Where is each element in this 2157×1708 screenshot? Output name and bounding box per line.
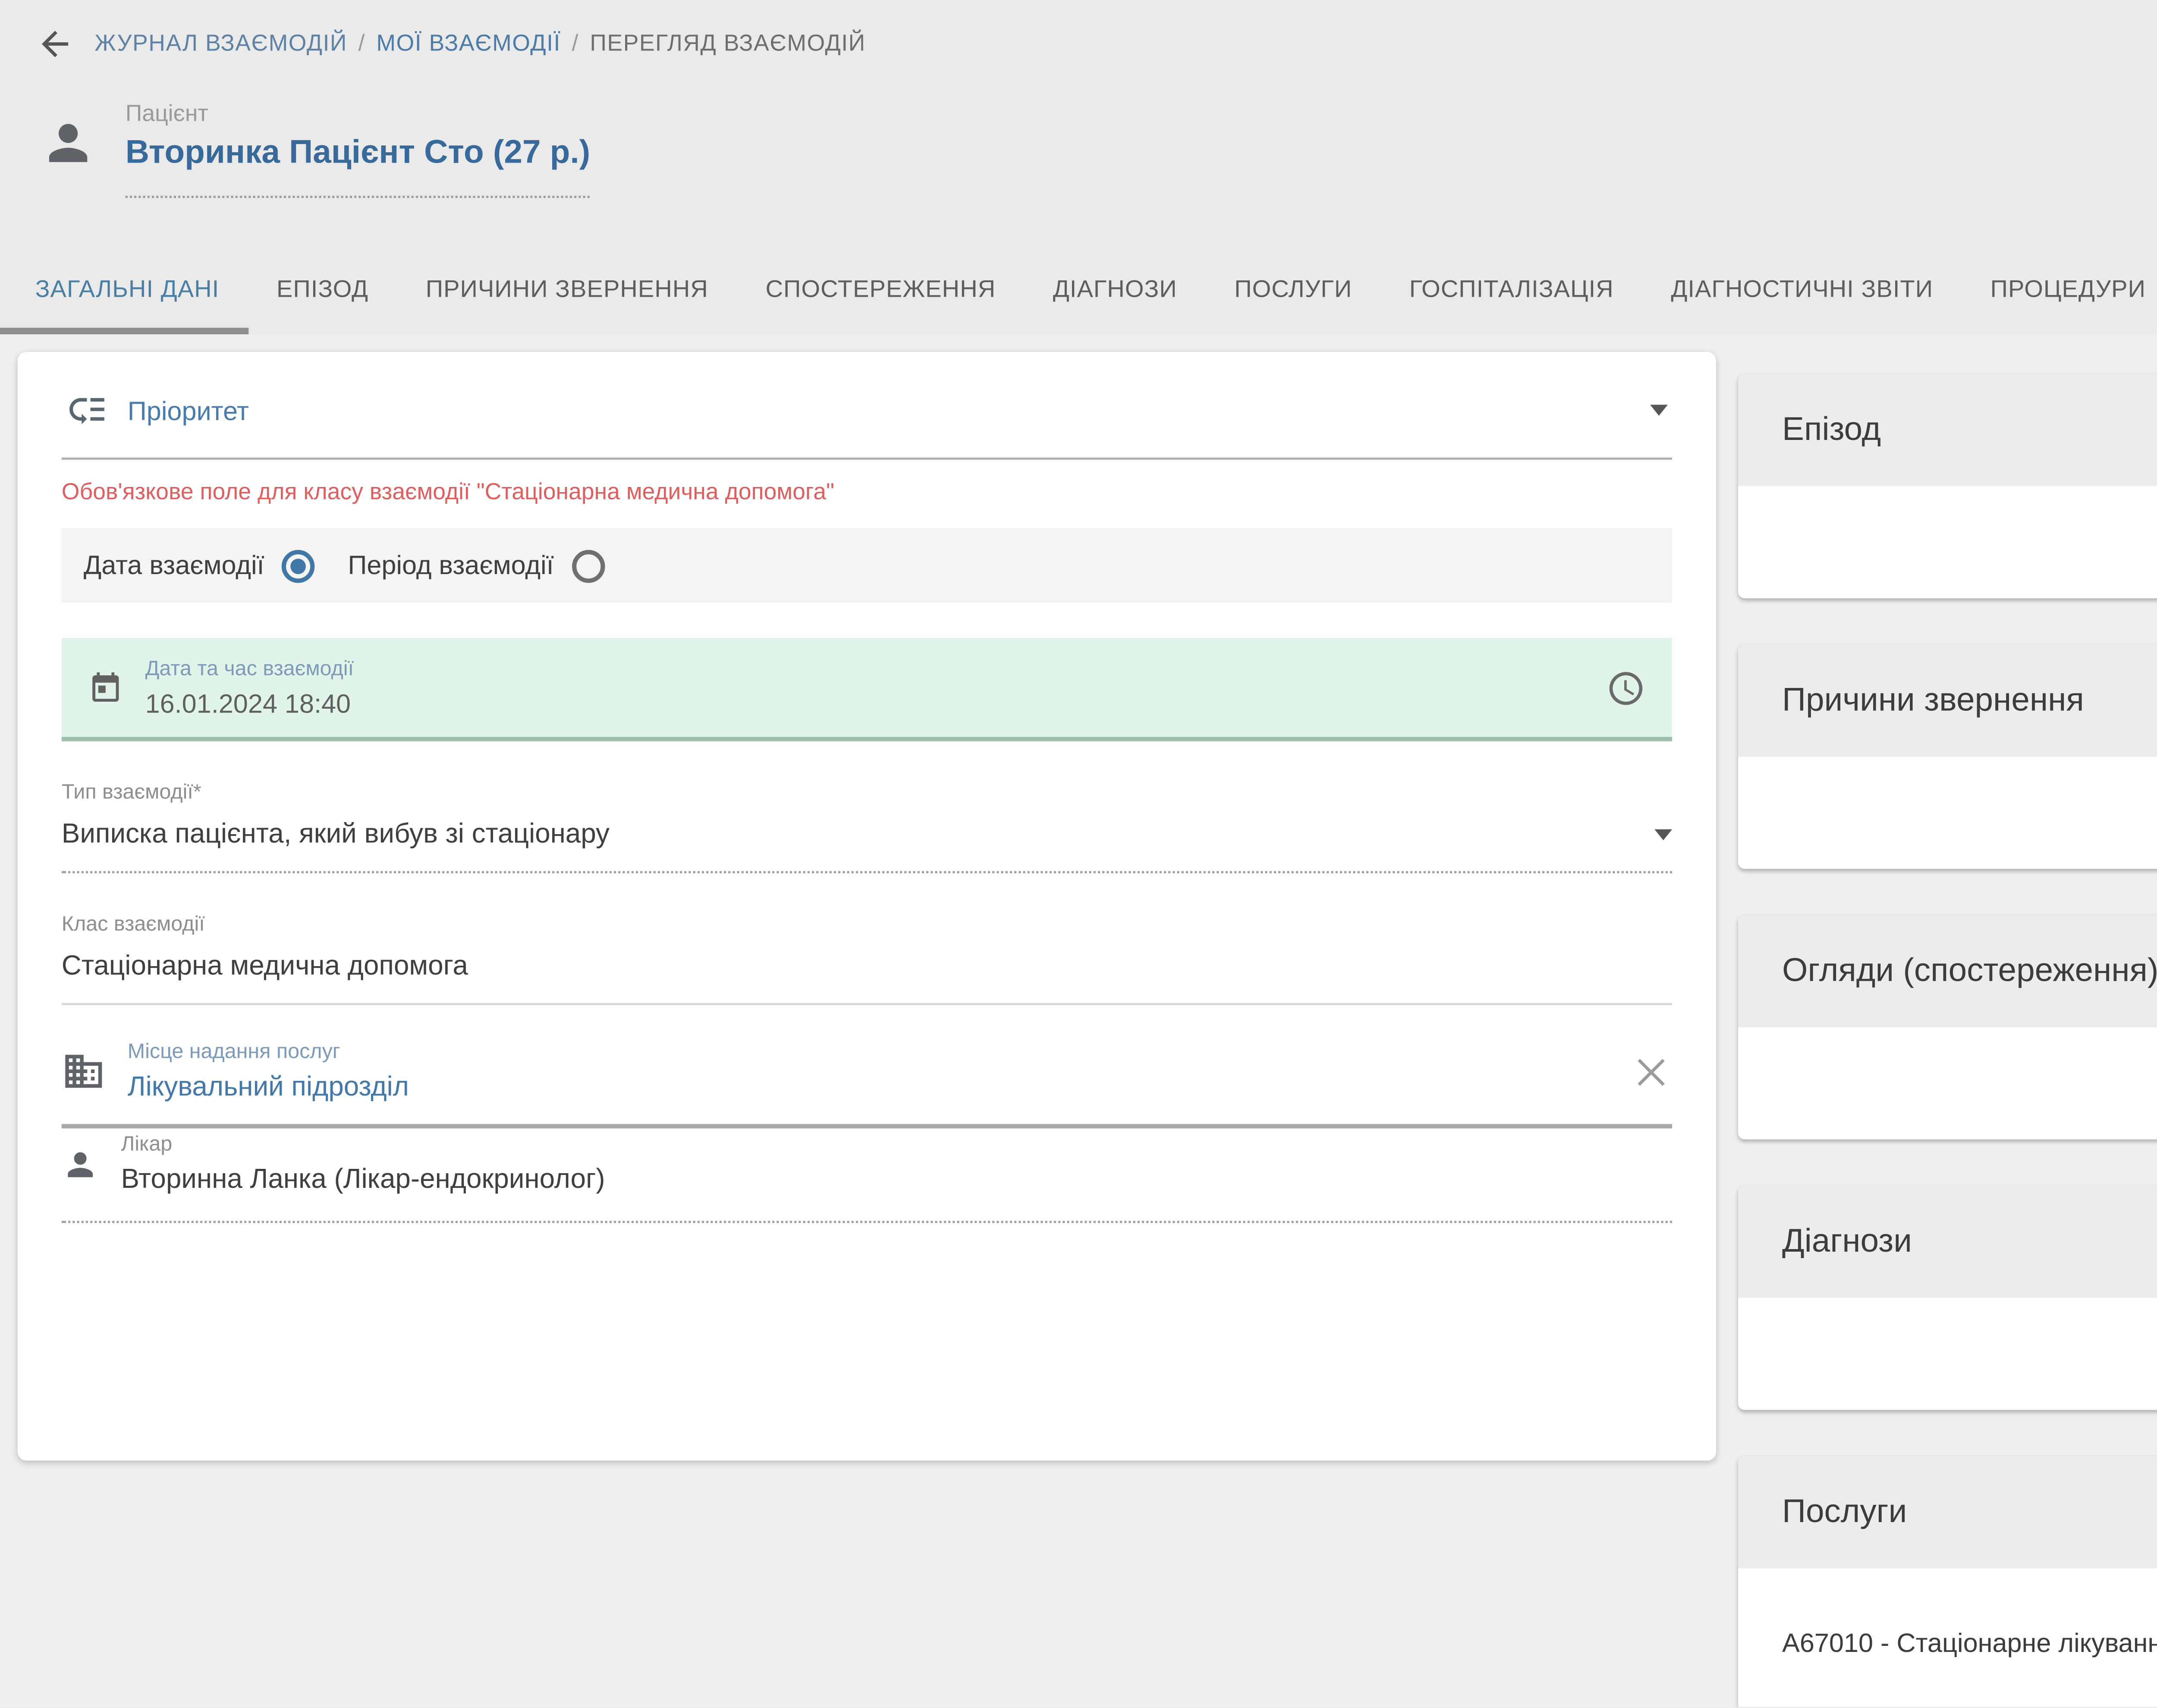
interaction-type-value: Виписка пацієнта, який вибув зі стаціона…: [62, 818, 610, 849]
service-item-text: А67010 - Стаціонарне лікування загальног…: [1782, 1626, 2157, 1657]
priority-select[interactable]: Пріоритет: [62, 352, 1672, 460]
visit-reasons-empty-text: Причини звернення ще не додані: [1738, 757, 2157, 869]
patient-avatar-icon: [40, 114, 97, 172]
interaction-class-value: Стаціонарна медична допомога: [62, 950, 468, 981]
radio-option-label: Період взаємодії: [348, 550, 553, 581]
radio-selected-icon[interactable]: [282, 549, 315, 582]
general-data-card: Пріоритет Обов'язкове поле для класу вза…: [18, 352, 1716, 1460]
services-panel-header[interactable]: Послуги: [1738, 1456, 2157, 1568]
tab-services[interactable]: ПОСЛУГИ: [1206, 246, 1381, 334]
episode-panel-header[interactable]: Епізод: [1738, 374, 2157, 486]
interaction-class-field: Клас взаємодії Стаціонарна медична допом…: [62, 902, 1672, 1005]
panel-title: Діагнози: [1782, 1223, 1912, 1261]
service-list-item: А67010 - Стаціонарне лікування загальног…: [1782, 1621, 2157, 1663]
chevron-down-icon: [1654, 828, 1672, 839]
calendar-icon: [88, 670, 123, 705]
service-place-value[interactable]: Лікувальний підрозділ: [128, 1071, 1630, 1102]
interaction-view-page: ЖУРНАЛ ВЗАЄМОДІЙ / МОЇ ВЗАЄМОДІЇ / ПЕРЕГ…: [0, 0, 2157, 1707]
radio-option-interaction-period[interactable]: Період взаємодії: [348, 549, 604, 582]
tab-episode[interactable]: ЕПІЗОД: [248, 246, 397, 334]
breadcrumb-current: ПЕРЕГЛЯД ВЗАЄМОДІЙ: [590, 31, 865, 57]
datetime-label: Дата та час взаємодії: [145, 656, 1606, 681]
top-bar: ЖУРНАЛ ВЗАЄМОДІЙ / МОЇ ВЗАЄМОДІЇ / ПЕРЕГ…: [0, 0, 2157, 246]
observations-panel-header[interactable]: Огляди (спостереження): [1738, 915, 2157, 1027]
tab-visit-reasons[interactable]: ПРИЧИНИ ЗВЕРНЕННЯ: [397, 246, 737, 334]
tab-general-data[interactable]: ЗАГАЛЬНІ ДАНІ: [0, 246, 248, 334]
date-mode-group: Дата взаємодії Період взаємодії: [62, 528, 1672, 603]
tab-observations[interactable]: СПОСТЕРЕЖЕННЯ: [737, 246, 1024, 334]
radio-option-label: Дата взаємодії: [84, 550, 264, 581]
patient-header: Пацієнт Вторинка Пацієнт Сто (27 р.): [40, 101, 590, 198]
observations-empty-text: Спостереження ще не додані: [1738, 1027, 2157, 1140]
tab-bar: ЗАГАЛЬНІ ДАНІ ЕПІЗОД ПРИЧИНИ ЗВЕРНЕННЯ С…: [0, 246, 2157, 334]
radio-unselected-icon[interactable]: [571, 549, 604, 582]
services-panel: Послуги А67010 - Стаціонарне лікування з…: [1738, 1456, 2157, 1707]
breadcrumb-my-interactions-link[interactable]: МОЇ ВЗАЄМОДІЇ: [376, 31, 561, 57]
radio-option-interaction-date[interactable]: Дата взаємодії: [84, 549, 315, 582]
episode-empty-text: Епізод відсутній: [1738, 486, 2157, 598]
panel-title: Причини звернення: [1782, 682, 2084, 719]
interaction-type-label: Тип взаємодії*: [62, 781, 201, 805]
service-place-label: Місце надання послуг: [128, 1040, 1630, 1064]
breadcrumb: ЖУРНАЛ ВЗАЄМОДІЙ / МОЇ ВЗАЄМОДІЇ / ПЕРЕГ…: [0, 0, 2157, 64]
breadcrumb-journal-link[interactable]: ЖУРНАЛ ВЗАЄМОДІЙ: [94, 31, 347, 57]
diagnoses-panel-header[interactable]: Діагнози: [1738, 1186, 2157, 1298]
datetime-field[interactable]: Дата та час взаємодії 16.01.2024 18:40: [62, 638, 1672, 741]
interaction-class-label: Клас взаємодії: [62, 913, 205, 937]
panel-title: Епізод: [1782, 411, 1881, 449]
tab-procedures[interactable]: ПРОЦЕДУРИ: [1962, 246, 2157, 334]
service-place-field[interactable]: Місце надання послуг Лікувальний підрозд…: [62, 1040, 1672, 1128]
breadcrumb-separator: /: [358, 31, 365, 57]
interaction-type-select[interactable]: Тип взаємодії* Виписка пацієнта, який ви…: [62, 770, 1672, 873]
patient-label: Пацієнт: [126, 101, 590, 128]
clock-icon[interactable]: [1606, 668, 1646, 707]
doctor-label: Лікар: [121, 1133, 1673, 1157]
observations-panel: Огляди (спостереження) Спостереження ще …: [1738, 915, 2157, 1140]
doctor-field: Лікар Вторинна Ланка (Лікар-ендокринолог…: [62, 1133, 1672, 1223]
back-arrow-icon[interactable]: [35, 24, 75, 64]
patient-name[interactable]: Вторинка Пацієнт Сто (27 р.): [126, 134, 590, 172]
panel-title: Послуги: [1782, 1494, 1907, 1531]
breadcrumb-separator: /: [572, 31, 579, 57]
panel-title: Огляди (спостереження): [1782, 952, 2157, 990]
tab-hospitalization[interactable]: ГОСПІТАЛІЗАЦІЯ: [1380, 246, 1642, 334]
visit-reasons-panel: Причини звернення Причини звернення ще н…: [1738, 644, 2157, 869]
tab-diagnoses[interactable]: ДІАГНОЗИ: [1024, 246, 1206, 334]
episode-panel: Епізод Епізод відсутній: [1738, 374, 2157, 598]
diagnoses-panel: Діагнози Діагнози ще не додані: [1738, 1186, 2157, 1410]
clear-icon[interactable]: [1630, 1050, 1672, 1092]
doctor-value: Вторинна Ланка (Лікар-ендокринолог): [121, 1164, 1673, 1194]
priority-label: Пріоритет: [128, 395, 1650, 425]
content-area: Пріоритет Обов'язкове поле для класу вза…: [0, 334, 2157, 1707]
priority-error-text: Обов'язкове поле для класу взаємодії "Ст…: [62, 480, 1672, 506]
doctor-person-icon: [62, 1145, 99, 1183]
low-priority-icon: [66, 389, 108, 431]
visit-reasons-panel-header[interactable]: Причини звернення: [1738, 644, 2157, 757]
chevron-down-icon: [1650, 405, 1668, 416]
diagnoses-empty-text: Діагнози ще не додані: [1738, 1298, 2157, 1410]
building-icon: [62, 1049, 106, 1093]
summary-panels: Епізод Епізод відсутній Причини зверненн…: [1738, 374, 2157, 1707]
datetime-value: 16.01.2024 18:40: [145, 688, 1606, 718]
tab-diagnostic-reports[interactable]: ДІАГНОСТИЧНІ ЗВІТИ: [1642, 246, 1962, 334]
